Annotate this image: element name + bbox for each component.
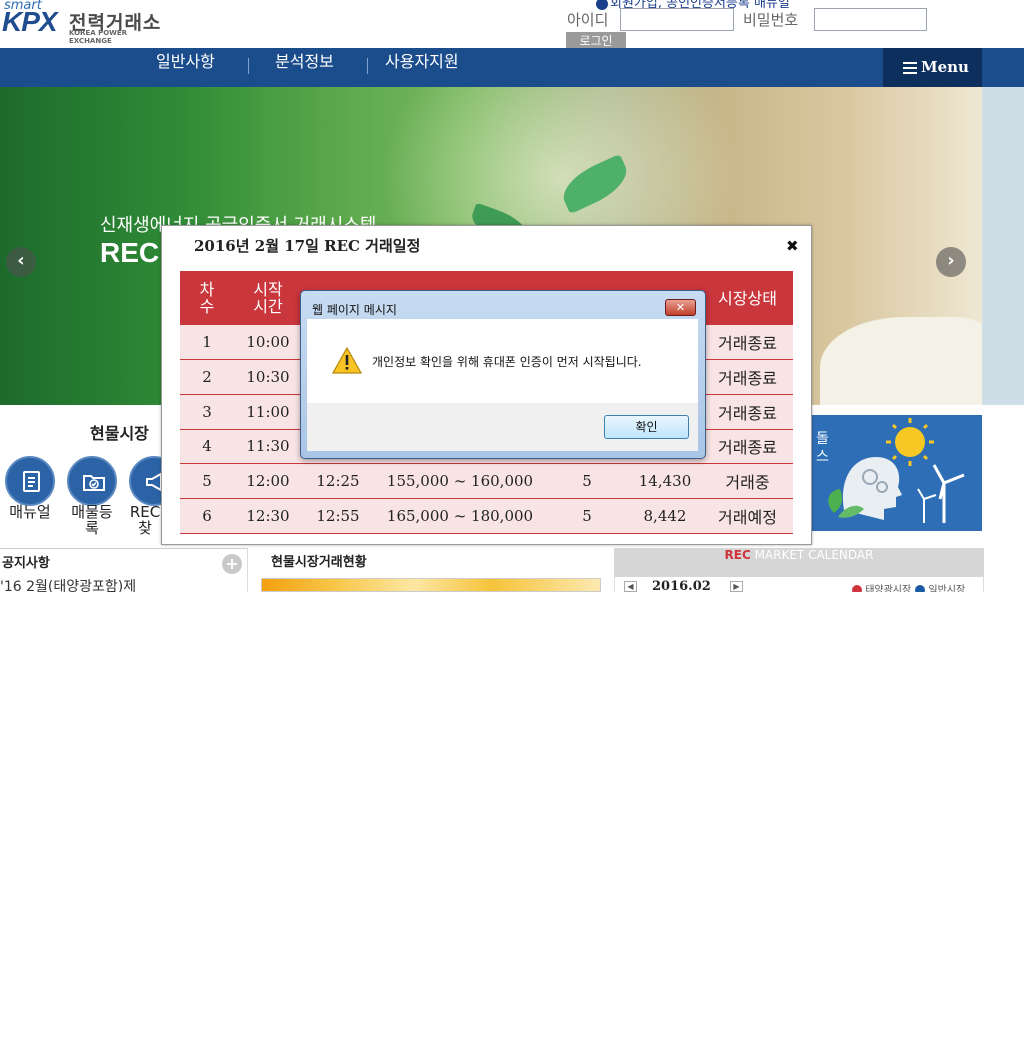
calendar-title: MARKET CALENDAR <box>754 548 874 562</box>
cell-start: 11:30 <box>234 429 302 465</box>
register-label[interactable]: 매물등록 <box>66 504 118 536</box>
cell-no: 2 <box>180 359 234 395</box>
register-folder-icon[interactable] <box>67 456 117 506</box>
dialog-title: 웹 페이지 메시지 <box>312 303 397 317</box>
cell-end: 12:55 <box>302 498 374 534</box>
manual-icon[interactable] <box>5 456 55 506</box>
cell-start: 12:00 <box>234 463 302 499</box>
cell-status: 거래종료 <box>702 394 793 430</box>
next-arrow-icon[interactable]: › <box>936 247 966 277</box>
cell-price: 14,430 <box>628 463 702 499</box>
cell-status: 거래종료 <box>702 359 793 395</box>
nav-divider <box>367 58 368 74</box>
main-nav: 일반사항 분석정보 사용자지원 Menu <box>0 48 1024 87</box>
banner-title: REC <box>100 237 160 268</box>
cell-no: 5 <box>180 463 234 499</box>
logo[interactable]: smart KPX 전력거래소 KOREA POWER EXCHANGE <box>0 0 170 45</box>
calendar-rec-label: REC <box>724 548 751 562</box>
dialog-close-icon[interactable]: ✕ <box>665 299 696 316</box>
cell-end: 12:25 <box>302 463 374 499</box>
hamburger-icon <box>903 59 917 77</box>
cell-price: 8,442 <box>628 498 702 534</box>
rec-search-label[interactable]: REC찾 <box>128 504 162 536</box>
id-label: 아이디 <box>567 11 609 29</box>
ok-button[interactable]: 확인 <box>604 415 689 439</box>
trade-status-title: 현물시장거래현황 <box>271 555 367 570</box>
spot-market-title: 현물시장 <box>90 424 149 443</box>
table-row: 6 12:30 12:55 165,000 ~ 180,000 5 8,442 거래예정 <box>180 498 793 534</box>
notice-title: 공지사항 <box>2 556 50 571</box>
nav-divider <box>248 58 249 74</box>
cell-start: 10:30 <box>234 359 302 395</box>
menu-button[interactable]: Menu <box>883 48 982 87</box>
password-input[interactable] <box>814 8 927 31</box>
cell-no: 4 <box>180 429 234 465</box>
manual-label[interactable]: 매뉴얼 <box>0 504 60 520</box>
col-status: 시장상태 <box>702 271 793 325</box>
promo-text: 돌스 <box>816 431 829 465</box>
cell-range: 155,000 ~ 160,000 <box>374 463 546 499</box>
calendar-prev-icon[interactable]: ◀ <box>624 581 637 592</box>
cell-status: 거래종료 <box>702 325 793 361</box>
cell-no: 6 <box>180 498 234 534</box>
nav-item-support[interactable]: 사용자지원 <box>385 48 459 87</box>
cell-count: 5 <box>546 498 628 534</box>
trade-status-image <box>261 578 601 592</box>
menu-label: Menu <box>921 58 969 76</box>
col-round: 차수 <box>180 271 234 325</box>
dialog-message: 개인정보 확인을 위해 휴대폰 인증이 먼저 시작됩니다. <box>372 355 642 369</box>
id-input[interactable] <box>620 8 734 31</box>
prev-arrow-icon[interactable]: ‹ <box>6 247 36 277</box>
cell-status: 거래예정 <box>702 498 793 534</box>
cell-count: 5 <box>546 463 628 499</box>
logo-english-text: KOREA POWER EXCHANGE <box>69 29 128 45</box>
cell-start: 11:00 <box>234 394 302 430</box>
cell-start: 12:30 <box>234 498 302 534</box>
blank-area <box>0 592 1024 1055</box>
table-row: 5 12:00 12:25 155,000 ~ 160,000 5 14,430 거래중 <box>180 463 793 499</box>
cell-range: 165,000 ~ 180,000 <box>374 498 546 534</box>
password-label: 비밀번호 <box>743 11 799 29</box>
cell-start: 10:00 <box>234 325 302 361</box>
promo-banner[interactable] <box>784 415 982 531</box>
cell-status: 거래종료 <box>702 429 793 465</box>
calendar-next-icon[interactable]: ▶ <box>730 581 743 592</box>
nav-item-general[interactable]: 일반사항 <box>156 48 215 87</box>
close-icon[interactable]: ✖ <box>786 237 799 255</box>
nav-item-analysis[interactable]: 분석정보 <box>275 48 334 87</box>
cell-status: 거래중 <box>702 463 793 499</box>
calendar-header: REC MARKET CALENDAR <box>614 548 984 577</box>
logo-kpx-text: KPX <box>2 6 58 37</box>
plus-icon[interactable]: + <box>222 554 242 574</box>
cell-no: 3 <box>180 394 234 430</box>
modal-title: 2016년 2월 17일 REC 거래일정 <box>194 237 421 255</box>
warning-icon <box>331 346 363 378</box>
banner-side <box>982 87 1024 405</box>
cell-no: 1 <box>180 325 234 361</box>
col-start: 시작시간 <box>234 271 302 325</box>
banner-sleeve <box>820 317 982 405</box>
